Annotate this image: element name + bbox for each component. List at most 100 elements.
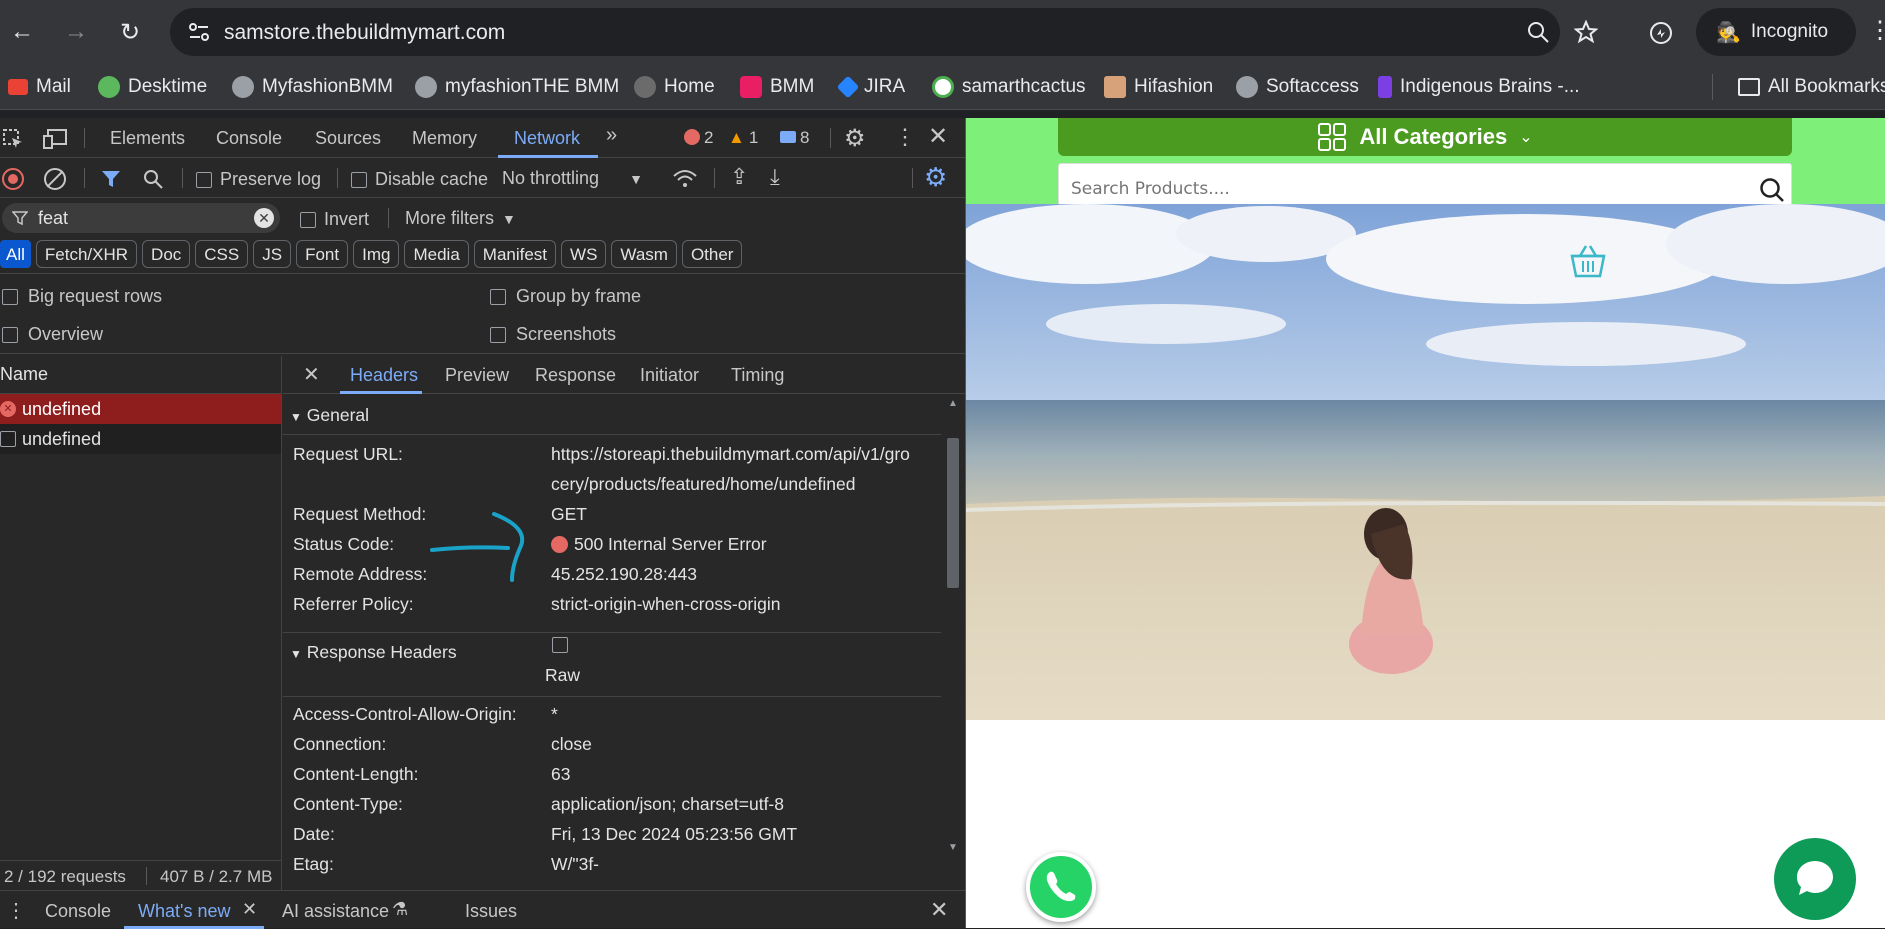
overview-checkbox[interactable]: Overview [2,324,103,345]
network-conditions-icon[interactable] [672,168,698,190]
tab-elements[interactable]: Elements [110,128,185,149]
tab-memory[interactable]: Memory [412,128,477,149]
preserve-log-checkbox[interactable]: Preserve log [196,169,321,190]
extension-icon[interactable] [1648,20,1674,46]
device-toolbar-icon[interactable] [42,128,68,150]
request-row[interactable]: ✕ undefined [0,394,281,424]
header-label: Access-Control-Allow-Origin: [293,704,517,724]
header-label: Referrer Policy: [293,594,414,614]
whatsapp-icon[interactable] [1026,852,1096,922]
tab-initiator[interactable]: Initiator [640,365,699,386]
disable-cache-checkbox[interactable]: Disable cache [351,169,488,190]
site-info-icon[interactable] [188,22,210,42]
globe-icon [634,76,656,98]
type-filter-all[interactable]: All [0,240,31,268]
bookmark-home[interactable]: Home [634,76,715,98]
bookmark-myfashionthebmm[interactable]: myfashionTHE BMM [415,76,619,98]
bookmark-bmm[interactable]: BMM [740,76,814,98]
tab-headers[interactable]: Headers [350,365,418,386]
reload-icon[interactable]: ↻ [112,14,148,50]
type-filter-ws[interactable]: WS [561,240,607,268]
group-by-frame-checkbox[interactable]: Group by frame [490,286,641,307]
export-har-icon[interactable]: ⤓ [770,164,780,190]
bookmark-myfashionbmm[interactable]: MyfashionBMM [232,76,393,98]
chat-widget-button[interactable] [1774,838,1856,920]
drawer-tab-console[interactable]: Console [45,901,111,922]
tab-console[interactable]: Console [216,128,282,149]
inspect-element-icon[interactable] [2,128,24,150]
search-input[interactable] [1071,176,1731,202]
cactus-icon [932,76,954,98]
close-whats-new-icon[interactable]: ✕ [242,899,257,920]
bookmark-hifashion[interactable]: Hifashion [1104,76,1213,98]
forward-icon[interactable]: → [58,14,94,50]
tab-response[interactable]: Response [535,365,616,386]
record-icon[interactable] [2,168,24,190]
throttling-select[interactable]: No throttling ▼ [502,168,643,189]
type-filter-css[interactable]: CSS [195,240,249,268]
type-filter-fetch-xhr[interactable]: Fetch/XHR [35,240,138,268]
tab-timing[interactable]: Timing [731,365,784,386]
bookmark-indigenous-brains[interactable]: Indigenous Brains -... [1378,76,1580,98]
clear-icon[interactable] [44,168,66,190]
filter-input[interactable]: feat ✕ [2,203,280,233]
type-filter-manifest[interactable]: Manifest [473,240,557,268]
screenshots-checkbox[interactable]: Screenshots [490,324,616,345]
address-bar[interactable]: samstore.thebuildmymart.com [170,8,1598,56]
close-devtools-icon[interactable]: ✕ [928,122,948,151]
devtools-menu-icon[interactable]: ⋮ [894,124,916,150]
basket-icon[interactable] [1568,244,1608,278]
drawer-tab-ai-assistance[interactable]: AI assistance [282,901,389,922]
all-categories-button[interactable]: All Categories ⌄ [1058,118,1792,156]
bookmark-jira[interactable]: JIRA [836,75,905,99]
more-tabs-icon[interactable]: » [606,124,617,147]
name-column-header[interactable]: Name [0,356,281,394]
error-count-badge[interactable]: 2 [684,128,713,148]
type-filter-media[interactable]: Media [404,240,469,268]
type-filter-other[interactable]: Other [681,240,743,268]
raw-checkbox[interactable] [552,637,568,653]
clear-filter-icon[interactable]: ✕ [254,208,274,228]
tab-network[interactable]: Network [514,128,580,149]
bookmark-softaccess[interactable]: Softaccess [1236,76,1359,98]
type-filter-img[interactable]: Img [353,240,400,268]
scrollbar-thumb[interactable] [947,438,959,588]
request-row[interactable]: undefined [0,424,281,454]
bookmark-samarthcactus[interactable]: samarthcactus [932,76,1086,98]
type-filter-doc[interactable]: Doc [142,240,191,268]
response-headers-section-header[interactable]: ▼ Response Headers [290,642,457,663]
network-settings-icon[interactable]: ⚙ [924,162,947,193]
filter-icon[interactable] [100,168,122,190]
warning-count-badge[interactable]: ▲ 1 [728,128,758,148]
type-filter-js[interactable]: JS [253,240,292,268]
close-drawer-icon[interactable]: ✕ [930,897,948,923]
close-detail-icon[interactable]: ✕ [303,362,320,387]
invert-checkbox[interactable]: Invert [300,209,369,230]
type-filter-wasm[interactable]: Wasm [611,240,677,268]
import-har-icon[interactable]: ⇪ [730,164,748,190]
bookmark-desktime[interactable]: Desktime [98,76,207,98]
detail-scrollbar[interactable]: ▲ ▼ [942,398,964,858]
tab-sources[interactable]: Sources [315,128,381,149]
zoom-icon[interactable] [1526,20,1550,44]
drawer-tab-issues[interactable]: Issues [465,901,517,922]
general-section-header[interactable]: ▼ General [290,405,369,426]
all-bookmarks[interactable]: All Bookmarks [1738,76,1885,98]
message-count-badge[interactable]: 8 [780,128,809,148]
browser-menu-icon[interactable]: ⋮ [1868,16,1885,45]
warning-icon: ▲ [728,128,745,147]
big-request-rows-checkbox[interactable]: Big request rows [2,286,162,307]
chevron-down-icon: ▼ [502,210,516,227]
tab-preview[interactable]: Preview [445,365,509,386]
settings-icon[interactable]: ⚙ [844,124,866,153]
incognito-indicator[interactable]: 🕵 Incognito [1696,8,1856,56]
search-icon[interactable] [142,168,164,190]
bookmark-mail[interactable]: Mail [8,76,71,98]
drawer-menu-icon[interactable]: ⋮ [6,898,26,923]
bookmark-star-icon[interactable] [1574,20,1598,44]
search-icon[interactable] [1759,177,1785,203]
back-icon[interactable]: ← [4,14,40,50]
drawer-tab-whats-new[interactable]: What's new [138,901,230,922]
type-filter-font[interactable]: Font [296,240,349,268]
more-filters-dropdown[interactable]: More filters ▼ [405,208,516,229]
